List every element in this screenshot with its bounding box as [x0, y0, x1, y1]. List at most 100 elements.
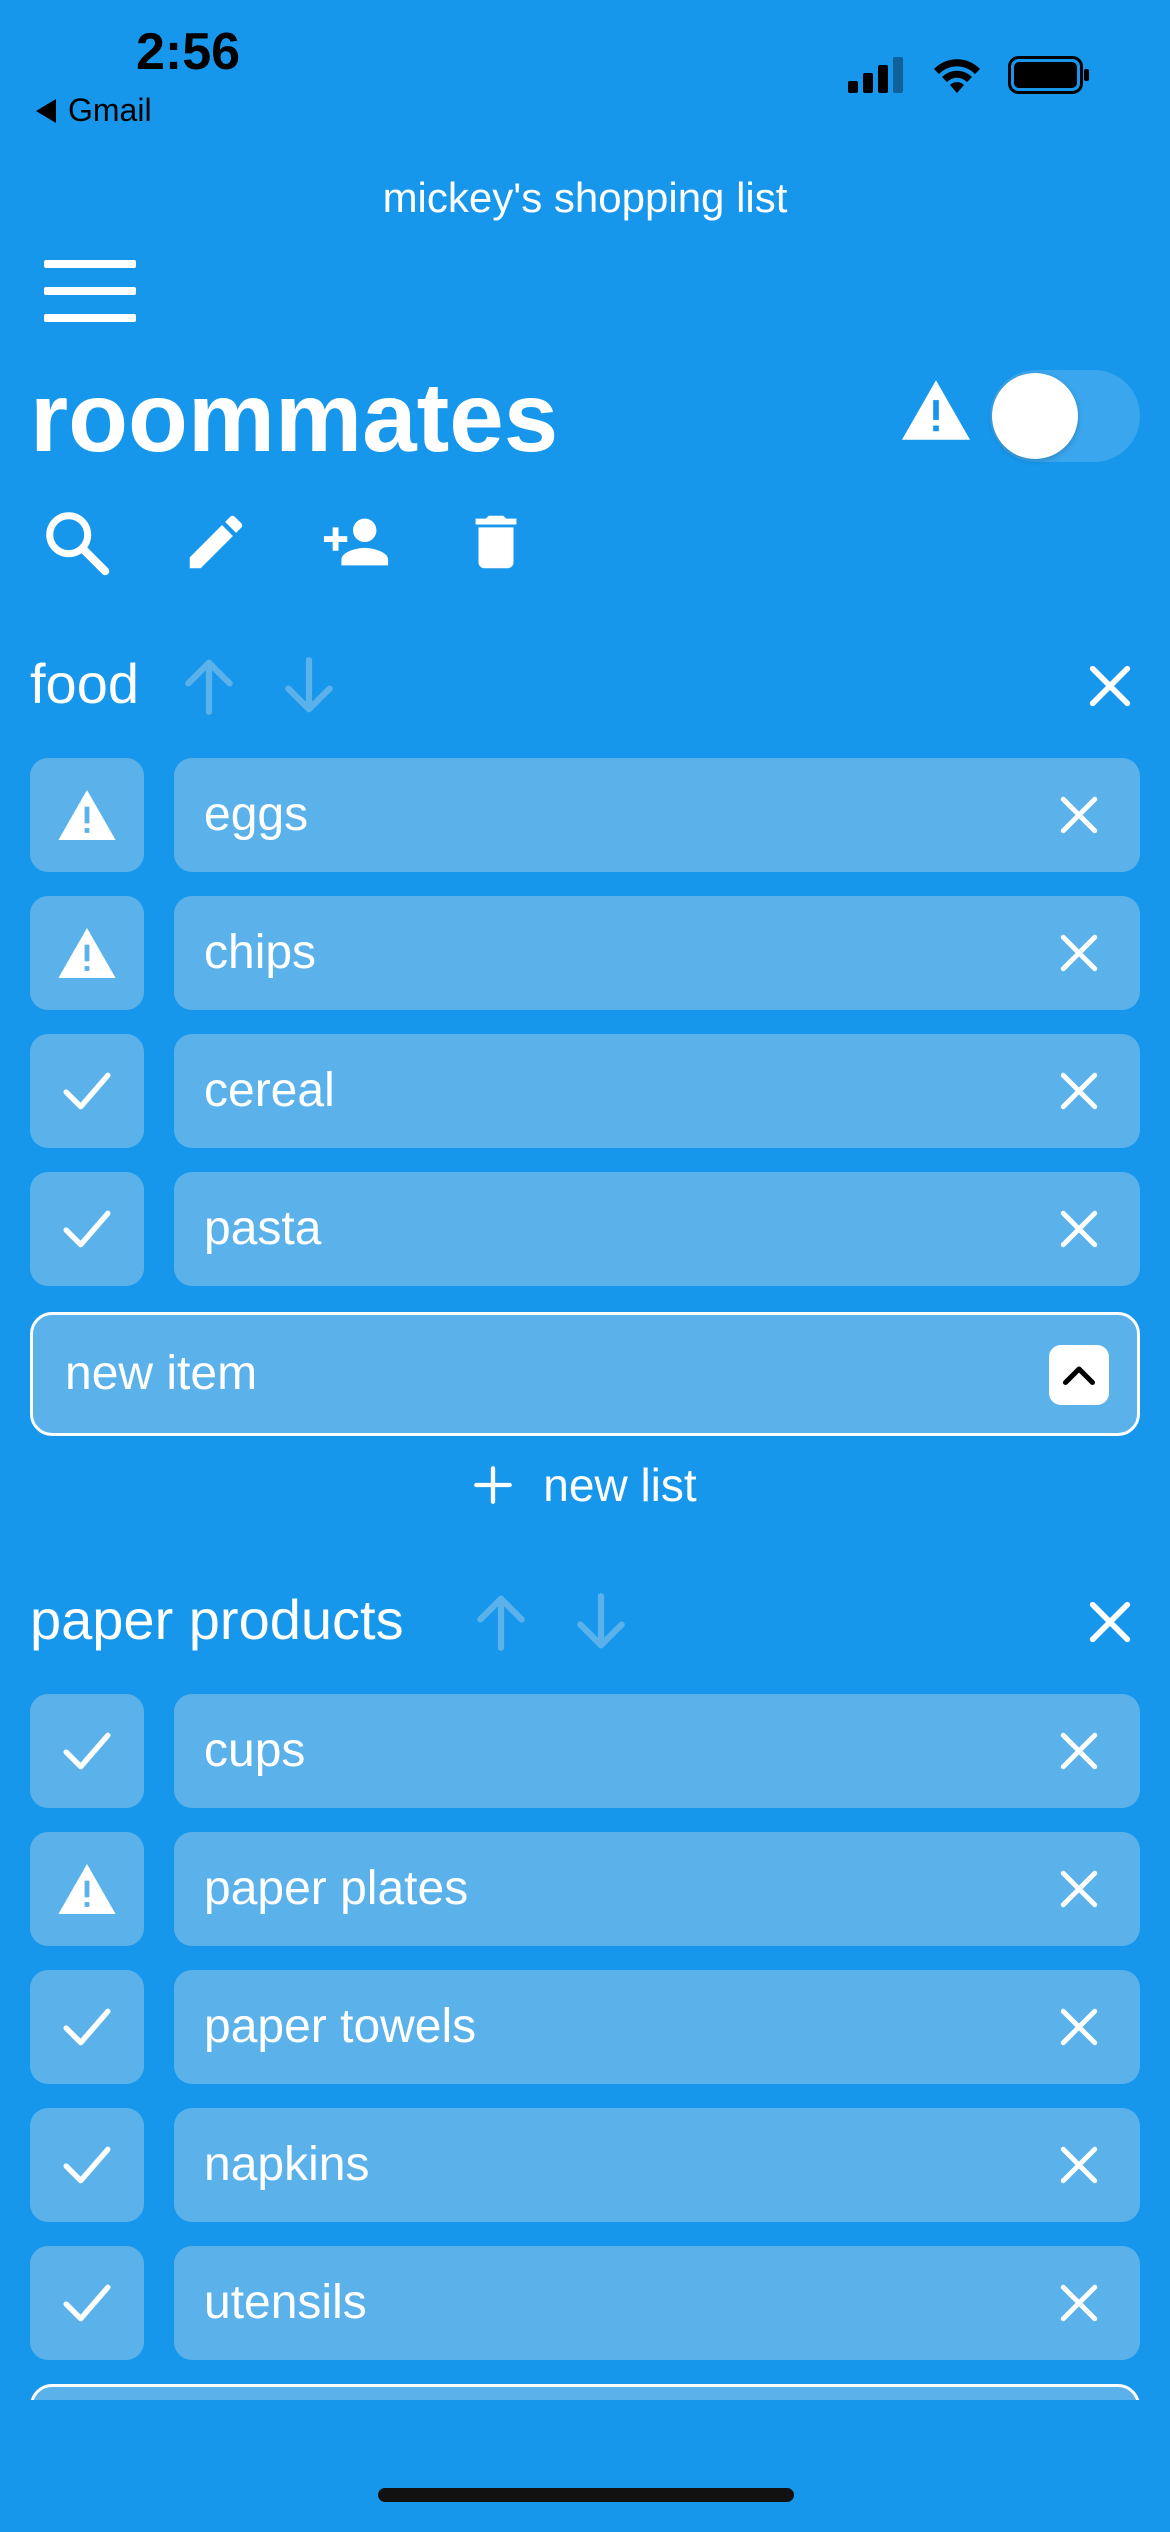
delete-item-icon[interactable]: [1058, 794, 1100, 836]
item-label: cereal: [204, 1064, 335, 1117]
item-status-button[interactable]: [30, 758, 144, 872]
item-status-button[interactable]: [30, 1034, 144, 1148]
item-field[interactable]: cups: [174, 1694, 1140, 1808]
item-status-button[interactable]: [30, 2108, 144, 2222]
delete-item-icon[interactable]: [1058, 1868, 1100, 1910]
item-label: cups: [204, 1724, 306, 1777]
wifi-icon: [934, 59, 980, 93]
checkmark-icon: [63, 1072, 111, 1110]
cellular-signal-icon: [848, 57, 903, 93]
delete-item-icon[interactable]: [1058, 1208, 1100, 1250]
menu-bar-icon: [44, 260, 136, 268]
add-person-button[interactable]: [316, 502, 396, 582]
search-button[interactable]: [36, 502, 116, 582]
item-label: paper towels: [204, 2000, 477, 2053]
item-status-button[interactable]: [30, 1970, 144, 2084]
checkmark-icon: [63, 2284, 111, 2322]
item-field[interactable]: paper towels: [174, 1970, 1140, 2084]
warning-icon: [58, 790, 116, 840]
item-field[interactable]: utensils: [174, 2246, 1140, 2360]
item-status-button[interactable]: [30, 896, 144, 1010]
delete-list-button[interactable]: [456, 502, 536, 582]
checkmark-icon: [63, 1732, 111, 1770]
checkmark-icon: [63, 2146, 111, 2184]
section-food: food: [0, 646, 1170, 736]
section-paper-products: paper products: [0, 1582, 1170, 1672]
warning-icon: [58, 1864, 116, 1914]
checkmark-icon: [63, 2008, 111, 2046]
menu-bar-icon: [44, 314, 136, 322]
close-section-icon[interactable]: [1084, 660, 1136, 712]
menu-button[interactable]: [44, 260, 136, 322]
close-section-icon[interactable]: [1084, 1596, 1136, 1648]
item-label: chips: [204, 926, 317, 979]
list-item: pasta: [30, 1172, 1140, 1286]
back-triangle-icon: [36, 98, 56, 123]
delete-item-icon[interactable]: [1058, 2006, 1100, 2048]
reorder-controls: [178, 652, 340, 720]
list-item: eggs: [30, 758, 1140, 872]
menu-bar-icon: [44, 287, 136, 295]
new-item-placeholder: new item: [65, 1347, 258, 1400]
item-field[interactable]: chips: [174, 896, 1140, 1010]
item-label: eggs: [204, 788, 309, 841]
section-title: food: [30, 652, 139, 715]
item-label: paper plates: [204, 1862, 469, 1915]
delete-item-icon[interactable]: [1058, 1070, 1100, 1112]
checkmark-icon: [63, 1210, 111, 1248]
collapse-button[interactable]: [1049, 1345, 1109, 1405]
new-item-input-partial[interactable]: [30, 2384, 1140, 2400]
trash-icon: [475, 515, 517, 569]
item-field[interactable]: paper plates: [174, 1832, 1140, 1946]
list-item: napkins: [30, 2108, 1140, 2222]
section-header: food: [0, 646, 1170, 736]
delete-item-icon[interactable]: [1058, 2282, 1100, 2324]
list-item: paper towels: [30, 1970, 1140, 2084]
item-status-button[interactable]: [30, 1172, 144, 1286]
battery-icon: [1008, 56, 1089, 94]
item-field[interactable]: pasta: [174, 1172, 1140, 1286]
item-label: utensils: [204, 2276, 367, 2329]
delete-item-icon[interactable]: [1058, 932, 1100, 974]
warning-icon: [58, 928, 116, 978]
edit-button[interactable]: [176, 502, 256, 582]
plus-icon: [474, 1466, 513, 1504]
add-person-icon: [323, 518, 389, 566]
scroll-clip: [30, 2384, 1140, 2400]
app-title: mickey's shopping list: [382, 174, 788, 221]
search-icon: [46, 512, 110, 576]
new-list-label: new list: [543, 1459, 697, 1511]
back-app-label: Gmail: [68, 92, 152, 128]
delete-item-icon[interactable]: [1058, 1730, 1100, 1772]
item-status-button[interactable]: [30, 1832, 144, 1946]
item-label: pasta: [204, 1202, 322, 1255]
item-field[interactable]: eggs: [174, 758, 1140, 872]
new-item-input[interactable]: new item: [30, 1312, 1140, 1436]
chevron-up-icon: [1062, 1366, 1096, 1386]
arrow-down-icon[interactable]: [570, 1588, 632, 1656]
warning-icon: [902, 380, 970, 440]
toggle-knob: [992, 373, 1078, 459]
status-icons: [848, 56, 1090, 94]
arrow-up-icon[interactable]: [470, 1588, 532, 1656]
list-item: paper plates: [30, 1832, 1140, 1946]
list-title: roommates: [30, 362, 559, 472]
item-label: napkins: [204, 2138, 370, 2191]
list-item: utensils: [30, 2246, 1140, 2360]
warnings-toggle[interactable]: [990, 370, 1140, 462]
list-item: chips: [30, 896, 1140, 1010]
item-status-button[interactable]: [30, 1694, 144, 1808]
arrow-down-icon[interactable]: [278, 652, 340, 720]
item-field[interactable]: cereal: [174, 1034, 1140, 1148]
new-list-button[interactable]: new list: [0, 1458, 1170, 1512]
list-item: cereal: [30, 1034, 1140, 1148]
arrow-up-icon[interactable]: [178, 652, 240, 720]
item-status-button[interactable]: [30, 2246, 144, 2360]
section-title: paper products: [30, 1588, 404, 1651]
back-to-app-link[interactable]: Gmail: [36, 92, 152, 129]
status-bar: 2:56 Gmail: [0, 0, 1170, 130]
home-indicator[interactable]: [378, 2488, 794, 2502]
delete-item-icon[interactable]: [1058, 2144, 1100, 2186]
section-header: paper products: [0, 1582, 1170, 1672]
item-field[interactable]: napkins: [174, 2108, 1140, 2222]
